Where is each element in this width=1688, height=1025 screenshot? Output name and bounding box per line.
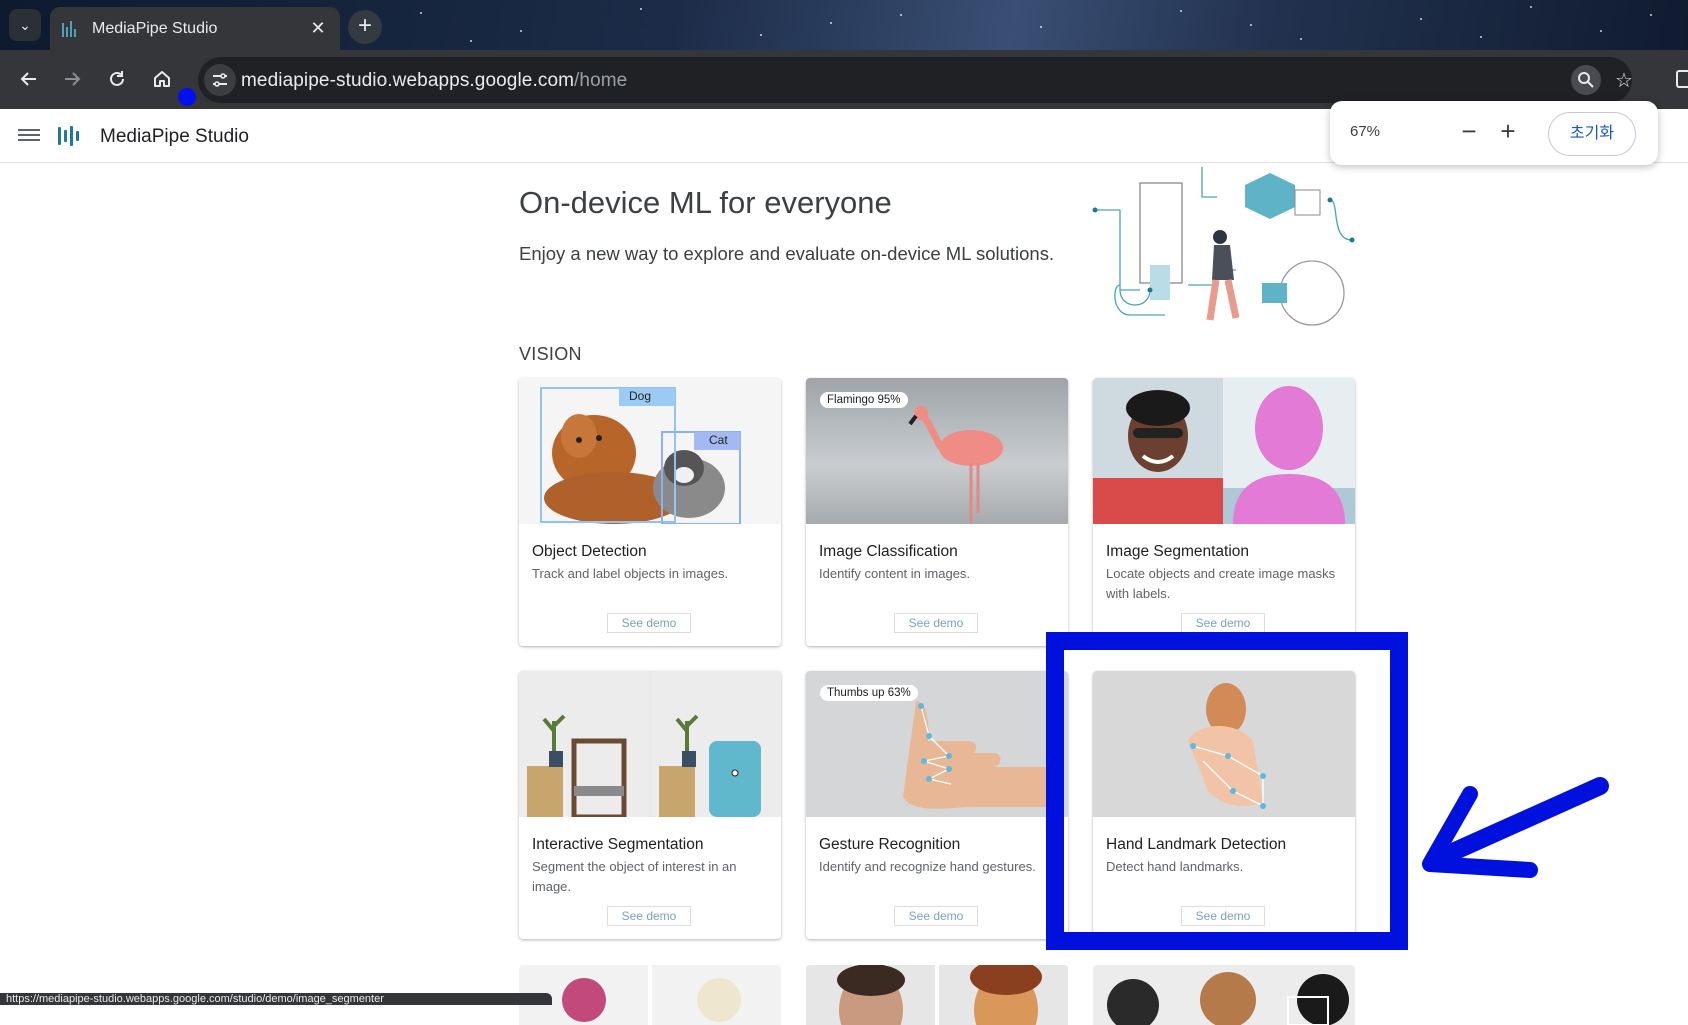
url-host: mediapipe-studio.webapps.google.com (241, 70, 575, 91)
browser-tab[interactable]: MediaPipe Studio ✕ (50, 7, 340, 50)
card-title: Gesture Recognition (819, 836, 961, 853)
card-title: Image Segmentation (1106, 543, 1250, 560)
star-icon: ☆ (1615, 69, 1633, 92)
card-partial-2[interactable] (806, 965, 1068, 1025)
new-tab-button[interactable]: + (348, 10, 382, 44)
tune-icon (213, 73, 227, 87)
classification-badge: Flamingo 95% (820, 392, 908, 408)
site-info-button[interactable] (204, 64, 236, 96)
see-demo-button[interactable]: See demo (607, 613, 691, 633)
card-image-classification[interactable]: Flamingo 95% Image Classification Identi… (806, 378, 1068, 646)
card-description: Segment the object of interest in an ima… (532, 859, 737, 894)
card-partial-3[interactable] (1093, 965, 1355, 1025)
link-status-bar: https://mediapipe-studio.webapps.google.… (0, 993, 552, 1005)
see-demo-button[interactable]: See demo (894, 613, 978, 633)
bookmark-button[interactable]: ☆ (1609, 65, 1639, 95)
tab-strip: ⌄ MediaPipe Studio ✕ + (0, 0, 1688, 50)
hero-title: On-device ML for everyone (519, 185, 892, 220)
reload-icon (110, 71, 124, 86)
mediapipe-logo-icon (58, 125, 80, 147)
card-image-segmentation[interactable]: Image Segmentation Locate objects and cr… (1093, 378, 1355, 646)
url-text: mediapipe-studio.webapps.google.com/home (241, 70, 627, 92)
home-button[interactable] (147, 64, 177, 94)
zoom-level: 67% (1350, 123, 1381, 140)
zoom-in-button[interactable]: + (1493, 117, 1523, 147)
section-label-vision: VISION (519, 344, 582, 364)
zoom-out-button[interactable]: − (1454, 117, 1484, 147)
card-title: Interactive Segmentation (532, 836, 704, 853)
zoom-button[interactable] (1571, 65, 1601, 95)
dog-label: Dog (629, 389, 652, 403)
reload-button[interactable] (102, 64, 132, 94)
arrow-right-icon (65, 72, 81, 86)
arrow-annotation-icon (1422, 777, 1609, 878)
zoom-popup: 67% − + 초기화 (1330, 101, 1658, 165)
highlight-annotation (1046, 632, 1408, 950)
menu-icon[interactable] (18, 126, 40, 146)
see-demo-button[interactable]: See demo (607, 906, 691, 926)
hero-illustration (1092, 167, 1355, 326)
url-path: /home (574, 70, 628, 91)
cursor-marker (178, 88, 196, 106)
card-gesture-recognition[interactable]: Thumbs up 63% Gesture Recognition Identi… (806, 671, 1068, 939)
see-demo-button[interactable]: See demo (894, 906, 978, 926)
gesture-badge: Thumbs up 63% (820, 685, 918, 701)
card-partial-1[interactable] (519, 965, 781, 1025)
mediapipe-favicon-icon (62, 20, 78, 37)
chevron-down-icon: ⌄ (19, 16, 31, 33)
gesture-recognition-image: Thumbs up 63% (806, 671, 1068, 817)
tab-search-button[interactable]: ⌄ (9, 9, 41, 41)
hero-subtitle: Enjoy a new way to explore and evaluate … (519, 243, 1055, 264)
card-description: Identify content in images. (819, 566, 971, 581)
object-detection-image: Dog Cat (519, 378, 781, 524)
address-bar[interactable]: mediapipe-studio.webapps.google.com/home… (198, 57, 1633, 103)
card-description: Locate objects and create image masks wi… (1106, 566, 1336, 601)
close-icon[interactable]: ✕ (308, 18, 328, 39)
interactive-segmentation-image (519, 671, 781, 817)
see-demo-button[interactable]: See demo (1181, 613, 1265, 633)
forward-button[interactable] (57, 64, 87, 94)
arrow-left-icon (20, 72, 36, 86)
back-button[interactable] (14, 64, 44, 94)
card-title: Object Detection (532, 543, 647, 560)
card-interactive-segmentation[interactable]: Interactive Segmentation Segment the obj… (519, 671, 781, 939)
home-icon (154, 71, 170, 87)
image-segmentation-image (1093, 378, 1355, 524)
zoom-reset-button[interactable]: 초기화 (1548, 112, 1636, 156)
app-title: MediaPipe Studio (100, 126, 249, 147)
plus-icon: + (357, 12, 372, 39)
image-classification-image: Flamingo 95% (806, 378, 1068, 524)
card-title: Image Classification (819, 543, 958, 560)
zoom-magnifier-icon (1578, 72, 1594, 88)
cat-label: Cat (709, 433, 728, 447)
extension-icon[interactable] (1676, 70, 1688, 88)
card-description: Track and label objects in images. (532, 566, 729, 581)
tab-title: MediaPipe Studio (92, 19, 218, 37)
card-object-detection[interactable]: Dog Cat Object Detection Track and label… (519, 378, 781, 646)
card-description: Identify and recognize hand gestures. (819, 859, 1036, 874)
